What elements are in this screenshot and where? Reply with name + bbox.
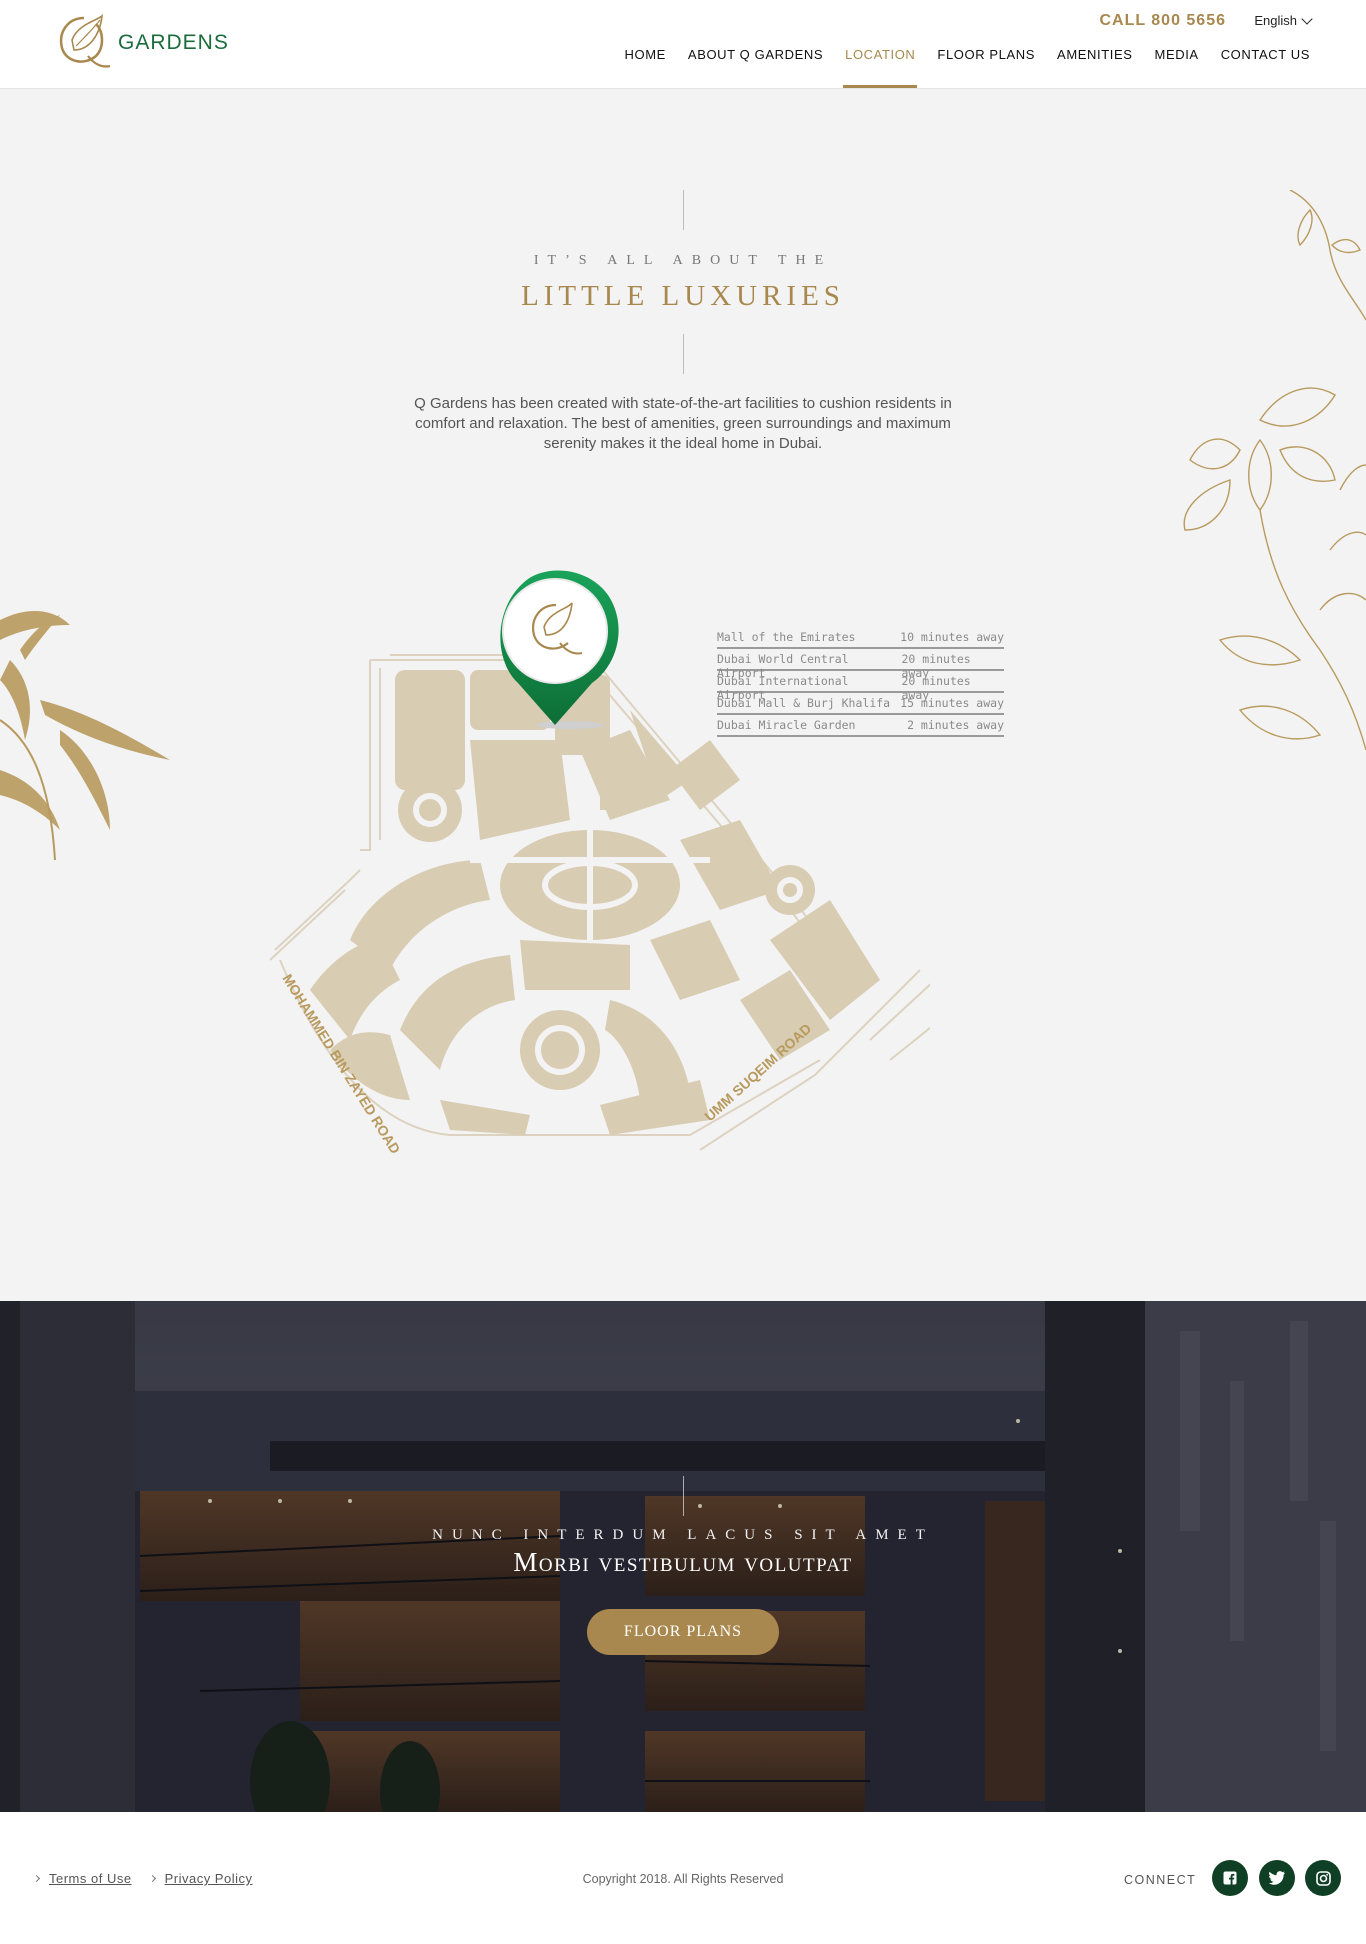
facebook-icon <box>1223 1871 1237 1885</box>
site-header: GARDENS CALL 800 5656 English HOME ABOUT… <box>0 0 1366 89</box>
logo-text: GARDENS <box>118 31 229 54</box>
magnolia-flower-decoration <box>1183 190 1366 751</box>
distance-row: Mall of the Emirates 10 minutes away <box>717 627 1004 649</box>
twitter-button[interactable] <box>1259 1860 1295 1896</box>
hero-banner: NUNC INTERDUM LACUS SIT AMET Morbi vesti… <box>0 1301 1366 1812</box>
logo[interactable]: GARDENS <box>54 10 229 72</box>
distance-row: Dubai World Central Airport 20 minutes a… <box>717 649 1004 680</box>
nav-about[interactable]: ABOUT Q GARDENS <box>688 46 823 88</box>
instagram-icon <box>1315 1870 1331 1886</box>
language-label: English <box>1254 13 1297 28</box>
location-pin-icon[interactable] <box>488 565 622 731</box>
distance-time: 20 minutes away <box>901 674 971 702</box>
distance-row: Dubai Miracle Garden 2 minutes away <box>717 715 1004 737</box>
divider-line-bottom <box>683 334 684 374</box>
hero-kicker: NUNC INTERDUM LACUS SIT AMET <box>432 1527 934 1543</box>
distance-row: Dubai Mall & Burj Khalifa 15 minutes awa… <box>717 693 1004 715</box>
facebook-button[interactable] <box>1212 1860 1248 1896</box>
q-leaf-logo-icon <box>59 13 111 68</box>
floor-plans-button[interactable]: FLOOR PLANS <box>587 1609 779 1655</box>
hero-divider-line <box>683 1476 684 1516</box>
nav-amenities[interactable]: AMENITIES <box>1057 46 1132 88</box>
bamboo-leaves-decoration <box>0 610 170 860</box>
twitter-icon <box>1269 1871 1285 1885</box>
distance-time: 15 minutes away <box>900 696 1004 710</box>
nav-floor-plans[interactable]: FLOOR PLANS <box>937 46 1035 88</box>
language-selector[interactable]: English <box>1254 12 1313 28</box>
nav-media[interactable]: MEDIA <box>1155 46 1199 88</box>
divider-line-top <box>683 190 684 230</box>
distance-time: 20 minutes away <box>901 652 971 680</box>
call-number[interactable]: CALL 800 5656 <box>1099 12 1226 30</box>
distance-row: Dubai International Airport 20 minutes a… <box>717 671 1004 702</box>
distance-place: Dubai Miracle Garden <box>717 718 856 732</box>
distance-place: Mall of the Emirates <box>717 630 856 644</box>
connect-label: CONNECT <box>1124 1873 1197 1887</box>
distance-place: Dubai World Central Airport <box>717 652 849 680</box>
instagram-button[interactable] <box>1305 1860 1341 1896</box>
intro-paragraph: Q Gardens has been created with state-of… <box>414 395 952 452</box>
nav-contact[interactable]: CONTACT US <box>1221 46 1310 88</box>
distance-table: Mall of the Emirates 10 minutes away Dub… <box>717 627 1004 737</box>
nav-location[interactable]: LOCATION <box>843 46 918 88</box>
main-nav: HOME ABOUT Q GARDENS LOCATION FLOOR PLAN… <box>625 46 1310 88</box>
chevron-down-icon <box>1301 12 1313 25</box>
distance-time: 2 minutes away <box>907 718 1004 732</box>
distance-time: 10 minutes away <box>900 630 1004 644</box>
nav-home[interactable]: HOME <box>625 46 666 88</box>
distance-place: Dubai Mall & Burj Khalifa <box>717 696 891 710</box>
hero-title: Morbi vestibulum volutpat <box>513 1547 853 1577</box>
distance-place: Dubai International Airport <box>717 674 849 702</box>
site-footer: Terms of Use Privacy Policy Copyright 20… <box>0 1812 1366 1944</box>
